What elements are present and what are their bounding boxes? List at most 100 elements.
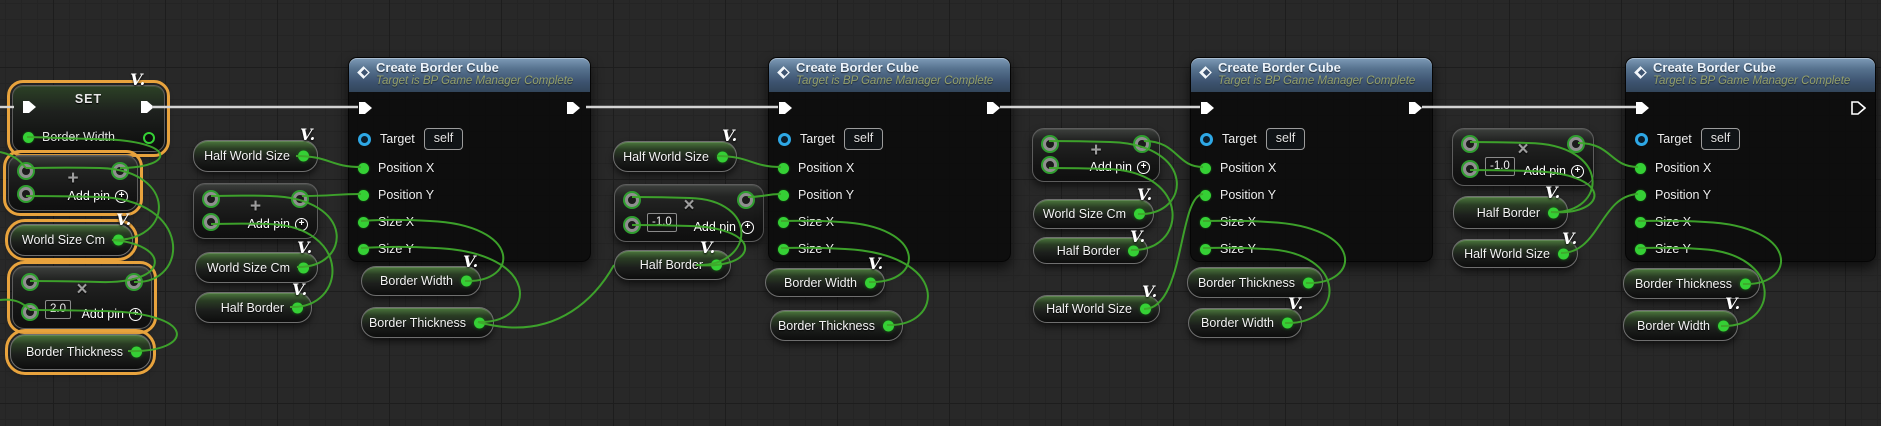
target-pin[interactable] [1200,133,1213,146]
multiply-input-pin-b[interactable] [625,218,639,232]
size-x-pin[interactable] [1635,217,1646,228]
getter-node-border-thickness[interactable]: Border Thickness [10,334,151,370]
add-input-pin-b[interactable] [1043,158,1057,172]
exec-in-pin[interactable] [1635,101,1650,115]
add-input-pin-a[interactable] [19,164,33,178]
add-pin-button[interactable]: Add pin+ [1524,164,1584,178]
add-node-c[interactable]: + Add pin+ [1032,128,1160,182]
getter-node-world-size-cm[interactable]: World Size Cm [10,224,133,256]
multiply-node-d[interactable]: × -1.0 Add pin+ [1452,128,1594,186]
add-input-pin-b[interactable] [204,215,218,229]
multiply-value-field[interactable]: -1.0 [1485,157,1515,176]
output-pin[interactable] [1558,248,1569,259]
position-x-pin[interactable] [1635,163,1646,174]
blueprint-graph-canvas[interactable]: SET Border Width + Add pin+ World Size C… [0,0,1881,426]
target-value-field[interactable]: self [1701,128,1740,150]
input-pin-border-width[interactable] [23,132,34,143]
exec-in-pin[interactable] [778,101,793,115]
getter-node-border-thickness[interactable]: Border Thickness [1623,268,1760,299]
exec-out-pin-unconnected[interactable] [1851,101,1866,115]
getter-node-border-thickness[interactable]: Border Thickness [1187,267,1323,298]
size-y-pin[interactable] [1200,244,1211,255]
create-border-cube-node-3[interactable]: Create Border Cube Target is BP Game Man… [1190,57,1433,262]
target-pin[interactable] [358,133,371,146]
multiply-output-pin[interactable] [127,275,141,289]
target-pin[interactable] [1635,133,1648,146]
position-y-pin[interactable] [1200,190,1211,201]
getter-node-half-border[interactable]: Half Border [1033,237,1148,264]
output-pin[interactable] [1740,278,1751,289]
position-y-pin[interactable] [778,190,789,201]
output-pin[interactable] [1718,320,1729,331]
exec-in-pin[interactable] [22,100,37,114]
output-pin[interactable] [1134,209,1145,220]
create-border-cube-node-1[interactable]: Create Border Cube Target is BP Game Man… [348,57,591,262]
getter-node-border-thickness[interactable]: Border Thickness [770,310,903,341]
output-pin[interactable] [711,260,722,271]
add-input-pin-a[interactable] [204,192,218,206]
position-x-pin[interactable] [778,163,789,174]
add-pin-button[interactable]: Add pin+ [694,220,754,234]
getter-node-world-size-cm[interactable]: World Size Cm [1033,199,1154,229]
size-x-pin[interactable] [778,217,789,228]
exec-in-pin[interactable] [1200,101,1215,115]
add-output-pin[interactable] [1135,137,1149,151]
multiply-node-b[interactable]: × -1.0 Add pin+ [614,184,764,242]
multiply-output-pin[interactable] [739,193,753,207]
output-pin[interactable] [1282,318,1293,329]
size-y-pin[interactable] [358,244,369,255]
target-pin[interactable] [778,133,791,146]
exec-out-pin[interactable] [986,101,1001,115]
add-output-pin[interactable] [113,164,127,178]
output-pin[interactable] [1140,304,1151,315]
size-y-pin[interactable] [1635,244,1646,255]
output-pin[interactable] [298,151,309,162]
output-pin[interactable] [474,317,485,328]
getter-node-half-border[interactable]: Half Border [1453,196,1568,229]
multiply-input-pin-b[interactable] [23,305,37,319]
add-pin-button[interactable]: Add pin+ [82,307,142,321]
add-pin-button[interactable]: Add pin+ [68,189,128,203]
output-pin[interactable] [1548,207,1559,218]
target-value-field[interactable]: self [1266,128,1305,150]
add-node-a[interactable]: + Add pin+ [193,183,318,239]
output-pin[interactable] [113,235,124,246]
getter-node-border-width[interactable]: Border Width [361,266,481,296]
output-pin[interactable] [717,151,728,162]
position-y-pin[interactable] [358,190,369,201]
output-pin[interactable] [865,277,876,288]
add-output-pin[interactable] [293,192,307,206]
target-value-field[interactable]: self [424,128,463,150]
getter-node-half-world-size[interactable]: Half World Size [613,141,737,172]
multiply-input-pin-a[interactable] [1463,137,1477,151]
exec-out-pin[interactable] [1408,101,1423,115]
output-pin[interactable] [292,302,303,313]
exec-out-pin[interactable] [140,100,155,114]
output-pin[interactable] [461,276,472,287]
getter-node-half-world-size[interactable]: Half World Size [1452,239,1578,268]
getter-node-border-thickness[interactable]: Border Thickness [361,307,494,338]
target-value-field[interactable]: self [844,128,883,150]
output-pin[interactable] [298,262,309,273]
exec-in-pin[interactable] [358,101,373,115]
size-y-pin[interactable] [778,244,789,255]
multiply-value-field[interactable]: -1.0 [647,213,677,232]
set-border-width-node[interactable]: SET Border Width [12,85,165,152]
output-pin[interactable] [131,347,142,358]
multiply-input-pin-a[interactable] [23,275,37,289]
add-input-pin-b[interactable] [19,187,33,201]
getter-node-border-width[interactable]: Border Width [1623,310,1738,341]
multiply-value-field[interactable]: 2.0 [45,300,71,319]
position-y-pin[interactable] [1635,190,1646,201]
multiply-input-pin-b[interactable] [1463,162,1477,176]
position-x-pin[interactable] [1200,163,1211,174]
add-pin-button[interactable]: Add pin+ [1090,160,1150,174]
size-x-pin[interactable] [1200,217,1211,228]
create-border-cube-node-4[interactable]: Create Border Cube Target is BP Game Man… [1625,57,1876,262]
add-pin-button[interactable]: Add pin+ [248,217,308,231]
create-border-cube-node-2[interactable]: Create Border Cube Target is BP Game Man… [768,57,1011,262]
getter-node-border-width[interactable]: Border Width [765,268,885,297]
output-pin[interactable] [1128,245,1139,256]
getter-node-half-world-size[interactable]: Half World Size [193,140,318,172]
exec-out-pin[interactable] [566,101,581,115]
